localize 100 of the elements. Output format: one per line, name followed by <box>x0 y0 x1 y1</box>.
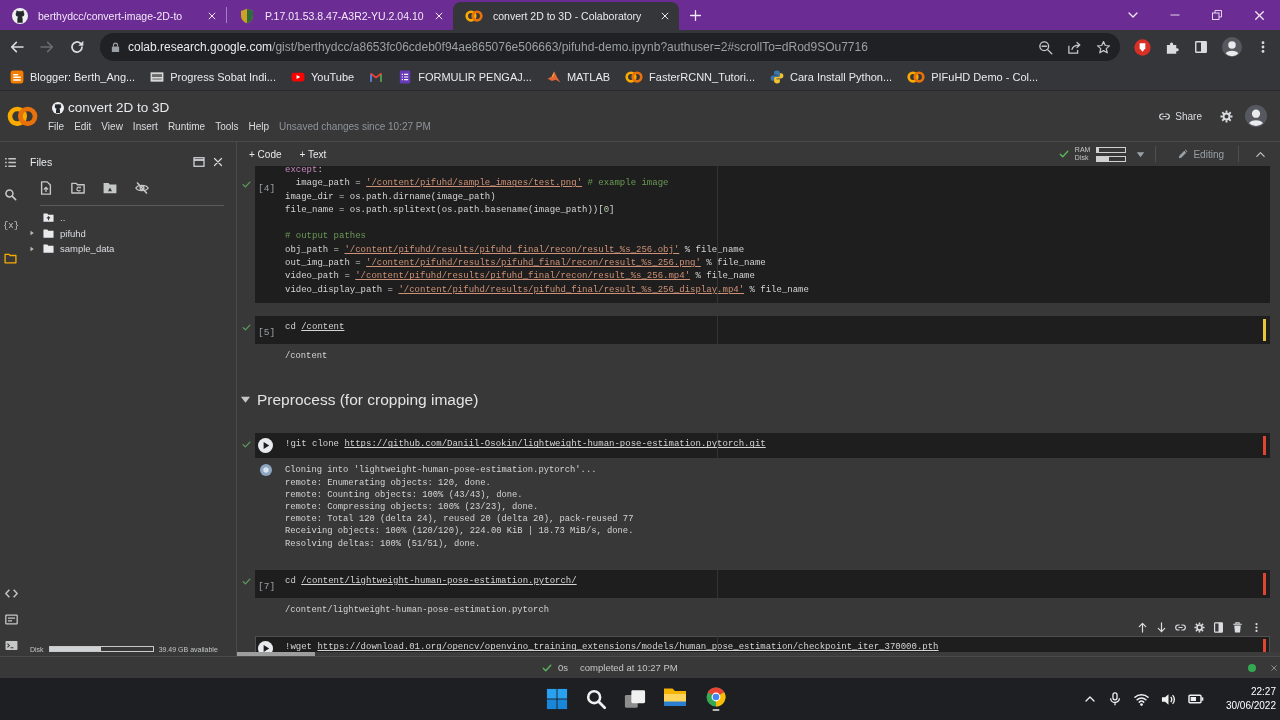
link-icon <box>1159 110 1171 122</box>
output-line: Cloning into 'lightweight-human-pose-estimation.pytorch'... <box>285 464 598 477</box>
file-tree-item[interactable]: .. <box>22 210 236 226</box>
arrow-up-icon[interactable] <box>1137 622 1148 634</box>
back-icon[interactable] <box>9 39 25 55</box>
star-icon[interactable] <box>1096 39 1111 55</box>
speaker-icon[interactable] <box>1160 691 1176 707</box>
menu-item[interactable]: File <box>48 121 65 132</box>
code-cell[interactable]: [7] cd /content/lightweight-human-pose-estimation.pytorch/ <box>255 569 1270 599</box>
notebook-title[interactable]: convert 2D to 3D <box>68 100 170 115</box>
folder-icon <box>43 243 54 255</box>
folder-icon[interactable] <box>4 252 18 265</box>
bookmark[interactable]: Blogger: Berth_Ang... <box>10 70 136 84</box>
clock[interactable]: 22:27 30/06/2022 <box>1225 685 1276 713</box>
caret-down-icon[interactable] <box>1136 149 1146 159</box>
execution-count: [5] <box>258 326 276 338</box>
shield-badge-icon[interactable] <box>1134 38 1151 56</box>
save-status[interactable]: Unsaved changes since 10:27 PM <box>279 121 431 132</box>
bookmark[interactable]: FasterRCNN_Tutori... <box>625 71 756 83</box>
usage-bar[interactable] <box>1096 146 1127 153</box>
run-duration: 0s <box>558 662 569 673</box>
share-button[interactable]: Share <box>1155 107 1206 125</box>
menu-item[interactable]: Tools <box>215 121 239 132</box>
cat-logo-icon <box>52 101 64 114</box>
caret-right-icon[interactable] <box>29 245 35 252</box>
output-line: remote: Total 120 (delta 24), reused 20 (delta 20), pack-reused 77 <box>285 513 634 526</box>
cat-logo-icon <box>12 8 28 24</box>
menu-item[interactable]: Insert <box>132 121 158 132</box>
add-cell-button[interactable]: + Code <box>245 146 286 162</box>
menu-item[interactable]: View <box>101 121 123 132</box>
address-bar[interactable]: colab.research.google.com/gist/berthydcc/a8653fc06cdeb0f94ae865076e506663/pifuhd-demo.ipynb?authuser=2#scrollTo=dRod9SOu7716 <box>100 33 1120 61</box>
split-window-icon[interactable] <box>1213 622 1224 634</box>
restore-icon[interactable] <box>1211 9 1223 21</box>
microphone-icon[interactable] <box>1107 692 1122 706</box>
settings-icon[interactable] <box>1194 622 1205 634</box>
wifi-icon[interactable] <box>1133 691 1149 707</box>
settings-icon[interactable] <box>1220 109 1233 123</box>
share-icon[interactable] <box>1067 39 1082 55</box>
code-line: # output pathes <box>285 230 367 244</box>
trash-icon[interactable] <box>1232 622 1243 634</box>
caret-right-icon[interactable] <box>29 230 35 237</box>
code-icon[interactable] <box>4 587 18 600</box>
reload-icon[interactable] <box>69 39 85 55</box>
peak-icon <box>546 70 561 84</box>
link-icon[interactable] <box>1175 622 1186 634</box>
list-icon[interactable] <box>4 156 18 169</box>
bookmark[interactable]: Cara Install Python... <box>770 70 893 84</box>
overlapping-windows-icon[interactable] <box>624 688 646 710</box>
file-tree-item[interactable]: sample_data <box>22 241 236 257</box>
play-button-icon[interactable] <box>258 641 273 652</box>
browser-tab[interactable]: berthydcc/convert-image-2D-to <box>0 2 226 30</box>
side-panel-icon[interactable] <box>1194 40 1208 54</box>
code-cell[interactable]: [5] cd /content <box>255 315 1270 345</box>
bookmark[interactable]: MATLAB <box>546 70 611 84</box>
search-icon[interactable] <box>585 688 607 710</box>
folder-triangle-icon[interactable] <box>103 181 117 195</box>
four-squares-icon[interactable] <box>546 688 568 710</box>
code-line: video_display_path = '/content/pifuhd/results/pifuhd_final/result_%s_256_display.mp4' % file_name <box>285 283 809 297</box>
browser-tab[interactable]: P.17.01.53.8.47-A3R2-YU.2.04.10 <box>227 2 453 30</box>
plus-icon[interactable] <box>689 8 702 22</box>
file-upload-icon[interactable] <box>39 181 53 195</box>
bookmark[interactable]: PIFuHD Demo - Col... <box>907 71 1039 83</box>
terminal-icon[interactable] <box>4 639 18 652</box>
avatar-icon[interactable] <box>1245 105 1267 127</box>
browser-tab[interactable]: convert 2D to 3D - Colaboratory <box>453 2 679 30</box>
avatar-icon[interactable] <box>1222 37 1242 57</box>
file-tree-item[interactable]: pifuhd <box>22 225 236 241</box>
zoom-out-icon[interactable] <box>1038 39 1053 55</box>
bookmark[interactable]: YouTube <box>290 70 355 84</box>
arrow-down-icon[interactable] <box>1156 622 1167 634</box>
menu-item[interactable]: Help <box>248 121 270 132</box>
bookmark[interactable]: Progress Sobat Indi... <box>150 70 276 84</box>
code-cell[interactable]: !git clone https://github.com/Daniil-Osokin/lightweight-human-pose-estimation.pytorch.git <box>255 433 1270 459</box>
editing-button[interactable]: Editing <box>1174 146 1228 162</box>
close-icon[interactable] <box>1253 8 1266 22</box>
menu-item[interactable]: Runtime <box>167 121 206 132</box>
code-cell[interactable]: !wget https://download.01.org/opencv/openvino_training_extensions/models/human_pose_estimation/checkpoint_iter_370000.pth <box>255 636 1270 652</box>
form-window-icon[interactable] <box>4 613 18 626</box>
code-line: !git clone https://github.com/Daniil-Osokin/lightweight-human-pose-estimation.pytorch.git <box>285 438 766 452</box>
output-line: Resolving deltas: 100% (51/51), done. <box>285 537 482 550</box>
code-cell[interactable] <box>255 166 1270 303</box>
variables-icon[interactable]: {x} <box>2 220 20 233</box>
menu-item[interactable]: Edit <box>74 121 92 132</box>
eye-slash-icon[interactable] <box>135 181 149 195</box>
folder-refresh-icon[interactable] <box>71 181 85 195</box>
play-button-icon[interactable] <box>258 438 273 454</box>
tri-color-circle-icon[interactable] <box>704 687 728 711</box>
usage-bar[interactable] <box>1096 155 1127 162</box>
rounded-tile-icon <box>10 70 24 84</box>
search-icon[interactable] <box>4 188 18 201</box>
circle-icon[interactable] <box>260 464 272 477</box>
add-cell-button[interactable]: + Text <box>295 146 331 162</box>
code-line: file_name = os.path.splitext(os.path.basename(image_path))[0] <box>285 203 616 217</box>
code-line: out_img_path = '/content/pifuhd/results/pifuhd_final/recon/result_%s_256.png' % file_name <box>285 257 767 271</box>
section-heading: Preprocess (for cropping image) <box>257 390 479 409</box>
mail-icon[interactable] <box>369 70 384 84</box>
bookmark[interactable]: FORMULIR PENGAJ... <box>398 70 532 84</box>
window-icon[interactable] <box>193 156 205 168</box>
caret-down-icon[interactable] <box>240 394 251 406</box>
rings-logo-icon[interactable] <box>7 105 38 127</box>
